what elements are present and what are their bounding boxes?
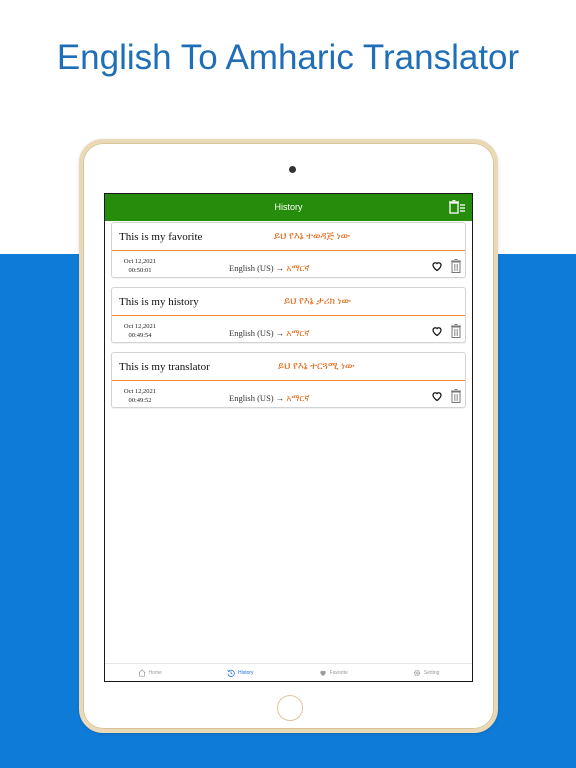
date-text: Oct 12,2021 xyxy=(123,258,157,265)
arrow-icon: → xyxy=(275,263,285,273)
time-text: 00:49:54 xyxy=(128,332,152,339)
history-card[interactable]: This is my translator ይህ የእኔ ተርጓሚ ነው Oct… xyxy=(111,352,466,408)
tab-home[interactable]: Home xyxy=(138,668,162,677)
trash-icon[interactable] xyxy=(451,389,461,403)
tab-favorite[interactable]: Favorite xyxy=(319,669,348,677)
heart-icon[interactable] xyxy=(431,260,443,272)
divider xyxy=(112,315,465,316)
translated-text: ይህ የእኔ ተርጓሚ ነው xyxy=(278,361,355,372)
tab-label: Setting xyxy=(423,669,440,676)
tab-history[interactable]: History xyxy=(227,669,254,677)
page-title: History xyxy=(274,202,303,212)
timestamp: Oct 12,2021 00:50:01 xyxy=(118,257,162,275)
from-language: English (US) xyxy=(229,393,274,403)
trash-icon[interactable] xyxy=(451,324,461,338)
arrow-icon: → xyxy=(275,393,285,403)
heart-icon[interactable] xyxy=(431,390,443,402)
from-language: English (US) xyxy=(229,263,274,273)
to-language: አማርኛ xyxy=(286,263,310,273)
bottom-tab-bar: Home History Favorite Setting xyxy=(105,663,472,681)
arrow-icon: → xyxy=(275,328,285,338)
heart-icon[interactable] xyxy=(431,325,443,337)
timestamp: Oct 12,2021 00:49:52 xyxy=(118,387,162,405)
date-text: Oct 12,2021 xyxy=(123,323,157,330)
home-icon xyxy=(138,668,146,677)
history-card[interactable]: This is my history ይህ የእኔ ታሪክ ነው Oct 12,… xyxy=(111,287,466,343)
tab-label: Favorite xyxy=(329,669,348,676)
top-bar: History xyxy=(105,194,472,221)
promo-headline: English To Amharic Translator xyxy=(56,38,520,77)
to-language: አማርኛ xyxy=(286,393,310,403)
divider xyxy=(112,380,465,381)
source-text: This is my history xyxy=(119,296,199,308)
home-button[interactable] xyxy=(277,695,303,721)
history-icon xyxy=(227,669,235,677)
language-pair: English (US) → አማርኛ xyxy=(229,393,310,404)
time-text: 00:49:52 xyxy=(128,397,152,404)
app-screen: History This is my favorite ይህ የእኔ ተወዳጅ … xyxy=(104,193,473,682)
date-text: Oct 12,2021 xyxy=(123,388,157,395)
divider xyxy=(112,250,465,251)
translated-text: ይህ የእኔ ተወዳጅ ነው xyxy=(274,231,351,242)
to-language: አማርኛ xyxy=(286,328,310,338)
time-text: 00:50:01 xyxy=(128,267,152,274)
trash-icon[interactable] xyxy=(451,259,461,273)
timestamp: Oct 12,2021 00:49:54 xyxy=(118,322,162,340)
camera-icon xyxy=(289,166,296,173)
tab-setting[interactable]: Setting xyxy=(413,669,440,677)
translated-text: ይህ የእኔ ታሪክ ነው xyxy=(284,296,352,307)
gear-icon xyxy=(413,669,420,676)
tab-label: History xyxy=(238,669,254,676)
tab-label: Home xyxy=(148,669,162,676)
source-text: This is my translator xyxy=(119,361,210,373)
heart-icon xyxy=(320,670,326,676)
delete-all-icon[interactable] xyxy=(449,200,465,214)
source-text: This is my favorite xyxy=(119,231,203,243)
language-pair: English (US) → አማርኛ xyxy=(229,328,310,339)
from-language: English (US) xyxy=(229,328,274,338)
history-card[interactable]: This is my favorite ይህ የእኔ ተወዳጅ ነው Oct 1… xyxy=(111,222,466,278)
language-pair: English (US) → አማርኛ xyxy=(229,263,310,274)
